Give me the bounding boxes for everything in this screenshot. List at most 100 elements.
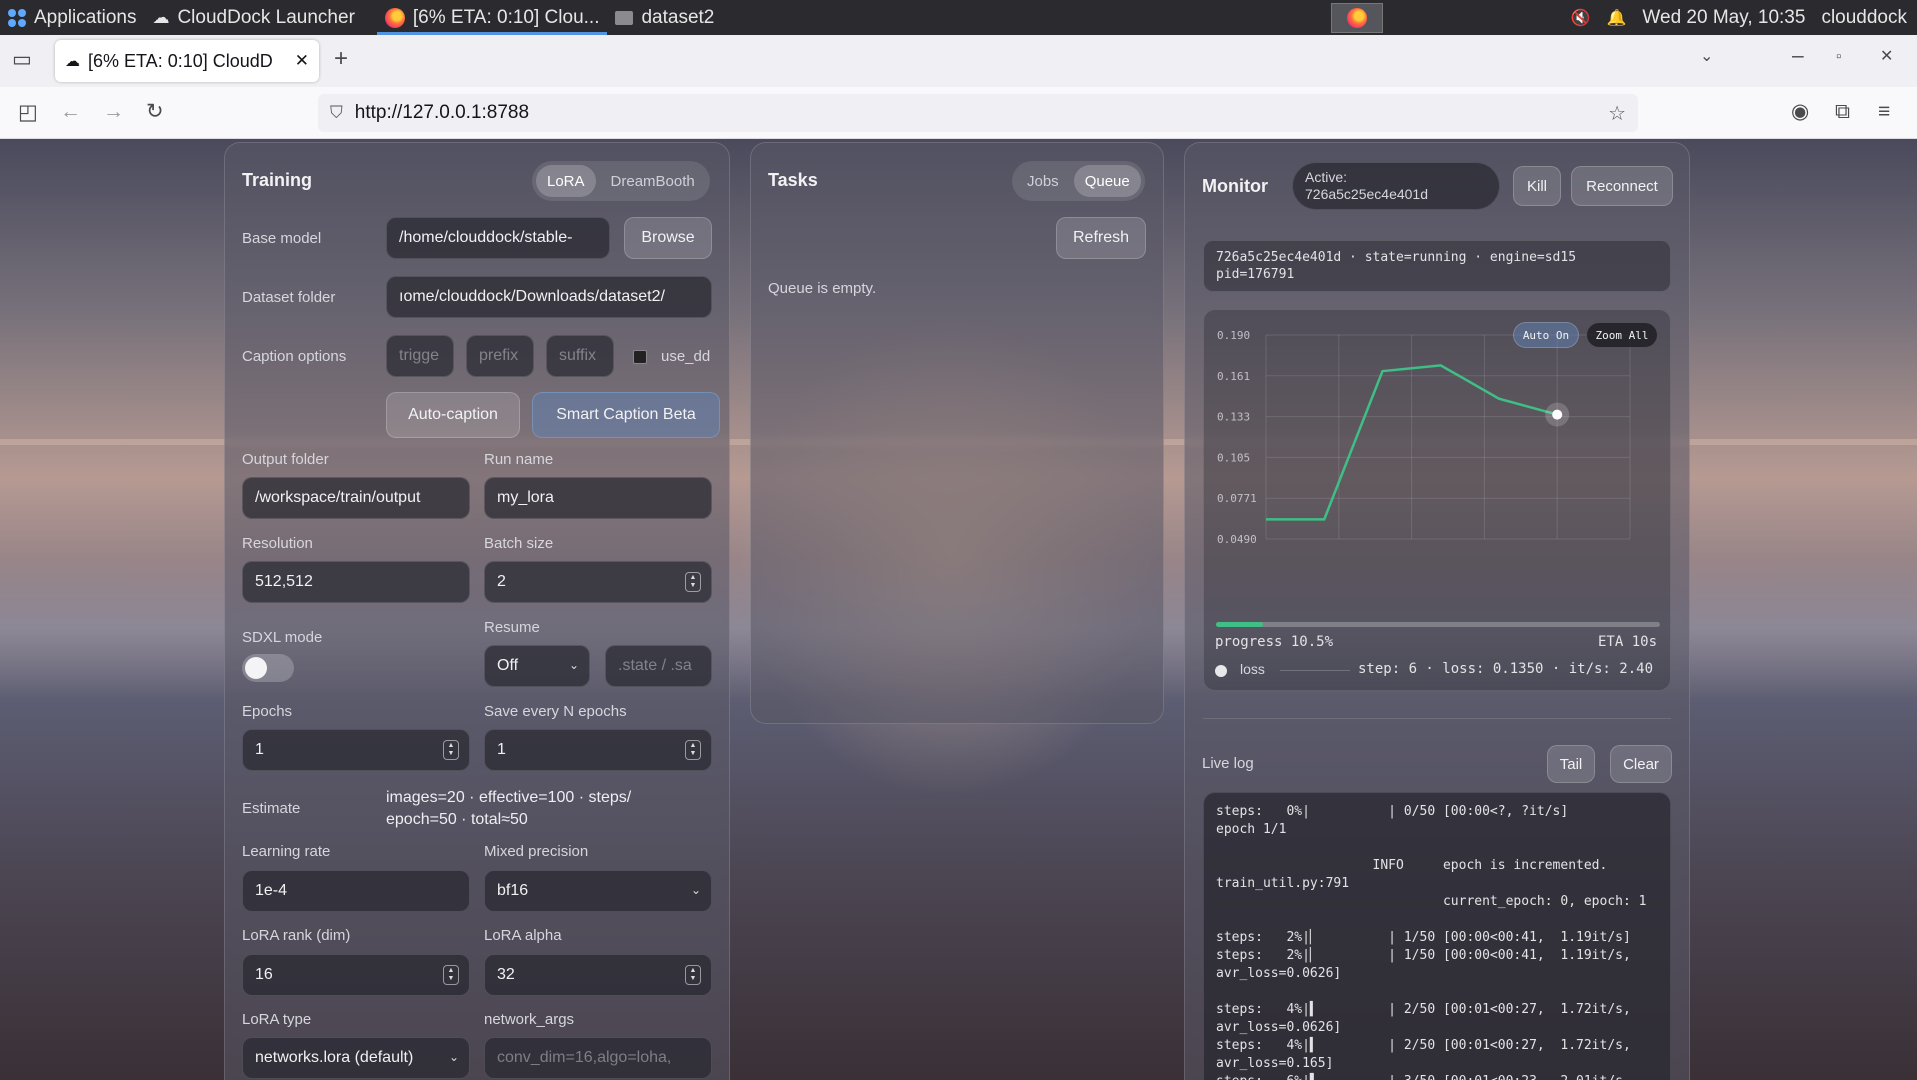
taskbar-folder-label: dataset2	[641, 6, 715, 28]
minimize-icon[interactable]: –	[1792, 45, 1804, 66]
reconnect-button[interactable]: Reconnect	[1571, 166, 1673, 206]
mode-queue[interactable]: Queue	[1073, 165, 1141, 197]
user-menu[interactable]: clouddock	[1813, 0, 1917, 35]
estimate-line-2: epoch=50 · total≈50	[386, 811, 528, 828]
save-every-stepper[interactable]: ▲ ▼	[685, 740, 701, 760]
applications-label: Applications	[34, 6, 137, 28]
taskbar-launcher[interactable]: ☁ CloudDock Launcher	[144, 0, 362, 35]
batch-size-value: 2	[497, 573, 506, 590]
browser-tab-active[interactable]: ☁ [6% ETA: 0:10] CloudD ✕	[55, 40, 319, 82]
learning-rate-input[interactable]: 1e-4	[242, 870, 470, 912]
resume-select[interactable]: Off ⌄	[484, 645, 590, 687]
run-name-input[interactable]: my_lora	[484, 477, 712, 519]
mode-jobs[interactable]: Jobs	[1016, 165, 1070, 197]
lora-rank-stepper[interactable]: ▲ ▼	[443, 965, 459, 985]
cloud-icon: ☁	[152, 7, 170, 27]
suffix-input[interactable]: suffix	[546, 335, 614, 377]
mode-lora[interactable]: LoRA	[536, 165, 596, 197]
tail-button[interactable]: Tail	[1547, 745, 1595, 783]
trigger-input[interactable]: trigge	[386, 335, 454, 377]
bookmark-star-icon[interactable]: ☆	[1608, 101, 1626, 126]
resolution-input[interactable]: 512,512	[242, 561, 470, 603]
resolution-label: Resolution	[242, 535, 313, 552]
taskbar-folder[interactable]: dataset2	[607, 0, 722, 35]
zoom-all-button[interactable]: Zoom All	[1586, 322, 1658, 348]
epochs-stepper[interactable]: ▲ ▼	[443, 740, 459, 760]
browse-button[interactable]: Browse	[624, 217, 712, 259]
smart-caption-button[interactable]: Smart Caption Beta	[532, 392, 720, 438]
progress-track	[1216, 622, 1660, 627]
y-tick-label: 0.190	[1217, 329, 1250, 342]
legend-divider	[1280, 670, 1350, 671]
epochs-label: Epochs	[242, 703, 293, 720]
shield-icon[interactable]: ⛉	[330, 103, 343, 123]
chevron-down-icon: ⌄	[448, 1050, 459, 1064]
url-text[interactable]: http://127.0.0.1:8788	[355, 102, 1596, 124]
bell-icon[interactable]: 🔔	[1599, 0, 1635, 35]
screenshot-icon[interactable]: ◰	[18, 102, 38, 123]
mixed-precision-select[interactable]: bf16 ⌄	[484, 870, 712, 912]
resume-label: Resume	[484, 619, 540, 636]
close-window-icon[interactable]: ✕	[1880, 49, 1893, 65]
dataset-folder-input[interactable]: ıome/clouddock/Downloads/dataset2/	[386, 276, 712, 318]
extensions-icon[interactable]: ⧉	[1835, 101, 1850, 122]
maximize-icon[interactable]: ▫	[1836, 49, 1841, 64]
sidebar-toggle-icon[interactable]: ▭	[12, 49, 32, 70]
batch-size-stepper[interactable]: ▲ ▼	[685, 572, 701, 592]
epochs-input[interactable]: 1 ▲ ▼	[242, 729, 470, 771]
y-tick-label: 0.161	[1217, 370, 1250, 383]
estimate-line-1: images=20 · effective=100 · steps/	[386, 789, 632, 806]
lora-alpha-stepper[interactable]: ▲ ▼	[685, 965, 701, 985]
mute-icon[interactable]: 🔇	[1563, 0, 1599, 35]
active-job-label: Active:	[1305, 169, 1348, 185]
sdxl-mode-toggle[interactable]	[242, 654, 294, 682]
workspace-preview[interactable]	[1330, 2, 1383, 33]
clear-button[interactable]: Clear	[1610, 745, 1672, 783]
prefix-input[interactable]: prefix	[466, 335, 534, 377]
output-folder-input[interactable]: /workspace/train/output	[242, 477, 470, 519]
taskbar-browser[interactable]: [6% ETA: 0:10] Clou...	[376, 0, 608, 35]
close-tab-icon[interactable]: ✕	[295, 51, 309, 71]
batch-size-input[interactable]: 2 ▲ ▼	[484, 561, 712, 603]
refresh-button[interactable]: Refresh	[1056, 217, 1146, 259]
mixed-precision-label: Mixed precision	[484, 843, 589, 860]
lora-type-select[interactable]: networks.lora (default) ⌄	[242, 1037, 470, 1079]
save-every-input[interactable]: 1 ▲ ▼	[484, 729, 712, 771]
account-icon[interactable]: ◉	[1791, 101, 1809, 122]
resume-state-input[interactable]: .state / .sa	[605, 645, 712, 687]
mode-dreambooth[interactable]: DreamBooth	[600, 165, 706, 197]
training-title: Training	[242, 170, 313, 190]
new-tab-icon[interactable]: +	[334, 47, 348, 71]
kill-button[interactable]: Kill	[1513, 166, 1561, 206]
active-job-badge: Active: 726a5c25ec4e401d	[1292, 162, 1500, 210]
network-args-input[interactable]: conv_dim=16,algo=loha,	[484, 1037, 712, 1079]
use-dd-checkbox[interactable]	[633, 350, 647, 364]
auto-on-button[interactable]: Auto On	[1513, 322, 1579, 348]
back-icon[interactable]: ←	[60, 101, 81, 122]
resume-selected: Off	[497, 657, 519, 674]
menu-icon[interactable]: ≡	[1878, 101, 1890, 122]
url-bar[interactable]: ⛉ http://127.0.0.1:8788 ☆	[318, 94, 1638, 132]
lora-rank-input[interactable]: 16 ▲ ▼	[242, 954, 470, 996]
browser-nav-bar: ◰ ← → ↻ ⛉ http://127.0.0.1:8788 ☆ ◉ ⧉ ≡	[0, 87, 1917, 139]
live-log-text: steps: 0%| | 0/50 [00:00<?, ?it/s] epoch…	[1216, 804, 1647, 1080]
applications-menu[interactable]: Applications	[0, 0, 144, 35]
base-model-input[interactable]: /home/clouddock/stable-	[386, 217, 610, 259]
forward-icon[interactable]: →	[103, 101, 124, 122]
live-log-box[interactable]: steps: 0%| | 0/50 [00:00<?, ?it/s] epoch…	[1203, 792, 1671, 1080]
lora-type-selected: networks.lora (default)	[255, 1049, 414, 1066]
list-tabs-icon[interactable]: ⌄	[1700, 49, 1713, 65]
reload-icon[interactable]: ↻	[146, 101, 164, 122]
system-top-bar: Applications ☁ CloudDock Launcher [6% ET…	[0, 0, 1917, 35]
tab-title: [6% ETA: 0:10] CloudD	[88, 50, 273, 71]
toggle-knob	[245, 657, 267, 679]
auto-caption-button[interactable]: Auto-caption	[386, 392, 520, 438]
lora-alpha-label: LoRA alpha	[484, 927, 562, 944]
use-dd-label: use_dd	[661, 348, 711, 365]
lora-alpha-input[interactable]: 32 ▲ ▼	[484, 954, 712, 996]
batch-size-label: Batch size	[484, 535, 554, 552]
clock[interactable]: Wed 20 May, 10:35	[1634, 0, 1813, 35]
loss-point-latest[interactable]	[1552, 409, 1563, 420]
y-tick-label: 0.133	[1217, 411, 1250, 424]
lora-alpha-value: 32	[497, 966, 515, 983]
